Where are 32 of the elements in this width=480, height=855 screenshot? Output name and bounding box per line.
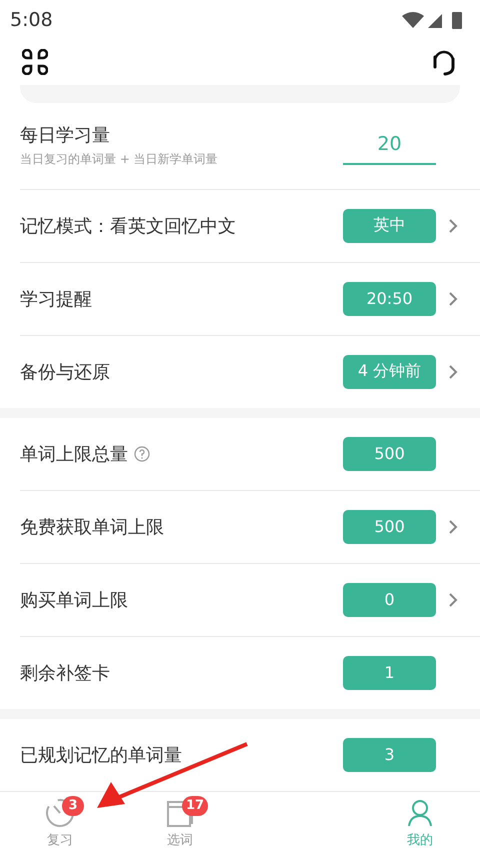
setting-label: 每日学习量 — [20, 124, 111, 148]
battery-icon — [452, 12, 462, 29]
value-button[interactable]: 1 — [343, 656, 436, 690]
status-time: 5:08 — [10, 8, 53, 31]
value-button[interactable]: 500 — [343, 436, 436, 471]
setting-label: 购买单词上限 — [20, 588, 128, 612]
input-field[interactable]: 20 — [343, 126, 436, 165]
setting-label: 剩余补签卡 — [20, 662, 110, 685]
value-button[interactable]: 4 分钟前 — [343, 354, 436, 389]
setting-label: 学习提醒 — [20, 288, 92, 311]
setting-label: 已规划记忆的单词量 — [20, 744, 182, 767]
value-button[interactable]: 20:50 — [343, 282, 436, 316]
signal-icon — [428, 14, 442, 28]
nav-tab[interactable]: 复习 — [47, 830, 73, 849]
setting-label: 记忆模式：看英文回忆中文 — [20, 214, 236, 238]
value-button[interactable]: 0 — [343, 582, 436, 617]
setting-label: 免费获取单词上限 — [20, 516, 164, 539]
setting-label: 备份与还原 — [20, 360, 110, 384]
setting-label: 单词上限总量 — [20, 442, 128, 466]
value-button[interactable]: 500 — [343, 510, 436, 544]
value-button[interactable]: 3 — [343, 738, 436, 772]
command-icon[interactable] — [22, 49, 48, 76]
count-badge: 17 — [182, 796, 208, 816]
nav-tab[interactable]: 选词 — [167, 830, 193, 849]
wifi-icon — [402, 12, 424, 28]
help-icon[interactable] — [134, 446, 150, 462]
value-button[interactable]: 英中 — [343, 208, 436, 243]
person-icon — [406, 798, 434, 828]
setting-hint: 当日复习的单词量 + 当日新学单词量 — [20, 151, 218, 168]
nav-tab[interactable]: 我的 — [407, 830, 433, 849]
count-badge: 3 — [62, 796, 84, 816]
gauge-icon — [45, 798, 75, 828]
